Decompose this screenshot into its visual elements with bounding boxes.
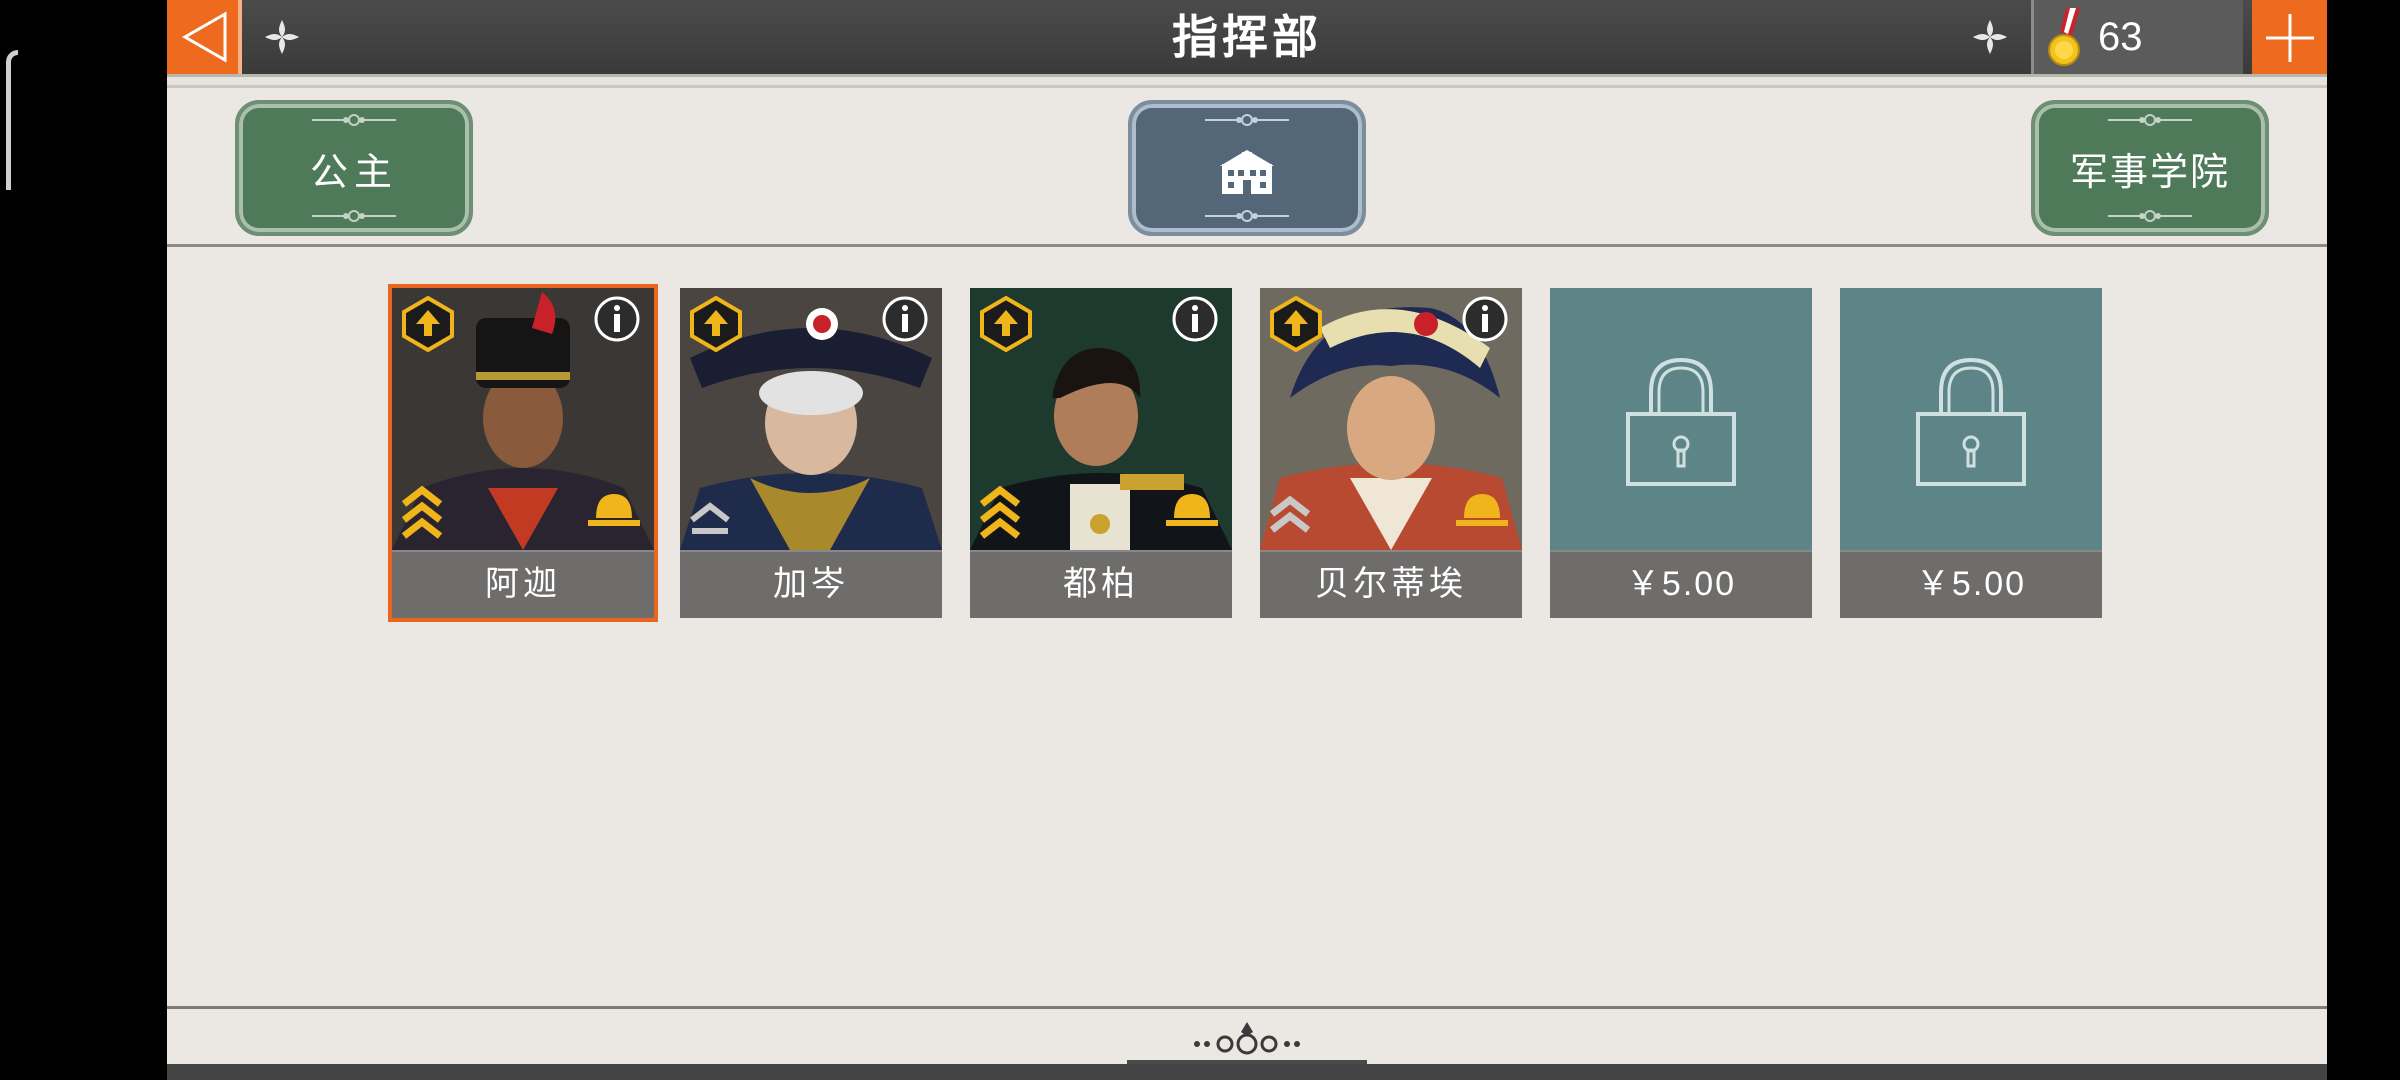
rank-chevron-icon (690, 502, 730, 534)
currency-value: 63 (2098, 15, 2143, 59)
general-name: 加岑 (680, 550, 942, 618)
locked-slot[interactable]: ￥5.00 (1550, 288, 1812, 618)
bottom-divider (167, 1006, 2327, 1009)
general-card[interactable]: 阿迦 (388, 284, 658, 622)
promote-badge-icon (402, 296, 454, 352)
helmet-icon (1166, 494, 1218, 526)
category-button-headquarters[interactable] (1128, 100, 1366, 236)
fleur-ornament-icon (1973, 20, 2007, 54)
scroll-ornament-icon (1205, 114, 1289, 126)
general-card[interactable]: 加岑 (680, 288, 942, 618)
locked-slot[interactable]: ￥5.00 (1840, 288, 2102, 618)
building-icon (1220, 150, 1274, 194)
medal-currency-display: 63 (2031, 0, 2243, 74)
lock-icon (1626, 357, 1736, 486)
general-card[interactable]: 都柏 (970, 288, 1232, 618)
scroll-ornament-icon (312, 114, 396, 126)
info-icon[interactable] (1460, 294, 1510, 344)
info-icon[interactable] (880, 294, 930, 344)
helmet-icon (1456, 494, 1508, 526)
general-name: 阿迦 (392, 550, 654, 618)
fleur-ornament-icon (265, 20, 299, 54)
scroll-ornament-icon (1127, 1022, 1367, 1064)
rank-chevrons-icon (401, 485, 443, 539)
locked-slot-panel (1840, 288, 2102, 550)
general-card[interactable]: 贝尔蒂埃 (1260, 288, 1522, 618)
promote-badge-icon (690, 296, 742, 352)
scroll-ornament-icon (312, 210, 396, 222)
medal-icon (2048, 8, 2080, 66)
page-title: 指挥部 (1172, 10, 1322, 64)
general-name: 都柏 (970, 550, 1232, 618)
back-arrow-icon (181, 11, 227, 63)
add-currency-button[interactable] (2252, 0, 2327, 74)
plus-icon (2266, 14, 2314, 62)
section-divider (167, 244, 2327, 247)
bottom-strip (167, 1064, 2327, 1080)
rank-chevrons-icon (979, 485, 1021, 539)
general-name: 贝尔蒂埃 (1260, 550, 1522, 618)
info-icon[interactable] (1170, 294, 1220, 344)
back-button[interactable] (167, 0, 242, 74)
helmet-icon (588, 494, 640, 526)
promote-badge-icon (980, 296, 1032, 352)
screen-edge-handle (6, 50, 18, 190)
scroll-ornament-icon (1205, 210, 1289, 222)
locked-slot-panel (1550, 288, 1812, 550)
category-button-military-academy[interactable]: 军事学院 (2031, 100, 2269, 236)
scroll-ornament-icon (2108, 210, 2192, 222)
unlock-price: ￥5.00 (1550, 550, 1812, 618)
command-hq-screen: 指挥部 63 公主 军事学院 阿迦 加岑 都柏 贝尔蒂埃 ￥5.00 ￥5.00 (167, 0, 2327, 1080)
top-bar: 指挥部 63 (167, 0, 2327, 74)
rank-chevrons-icon (1269, 495, 1311, 533)
lock-icon (1916, 357, 2026, 486)
unlock-price: ￥5.00 (1840, 550, 2102, 618)
scroll-ornament-icon (2108, 114, 2192, 126)
info-icon[interactable] (592, 294, 642, 344)
top-bar-divider (167, 74, 2327, 88)
category-button-princess[interactable]: 公主 (235, 100, 473, 236)
promote-badge-icon (1270, 296, 1322, 352)
